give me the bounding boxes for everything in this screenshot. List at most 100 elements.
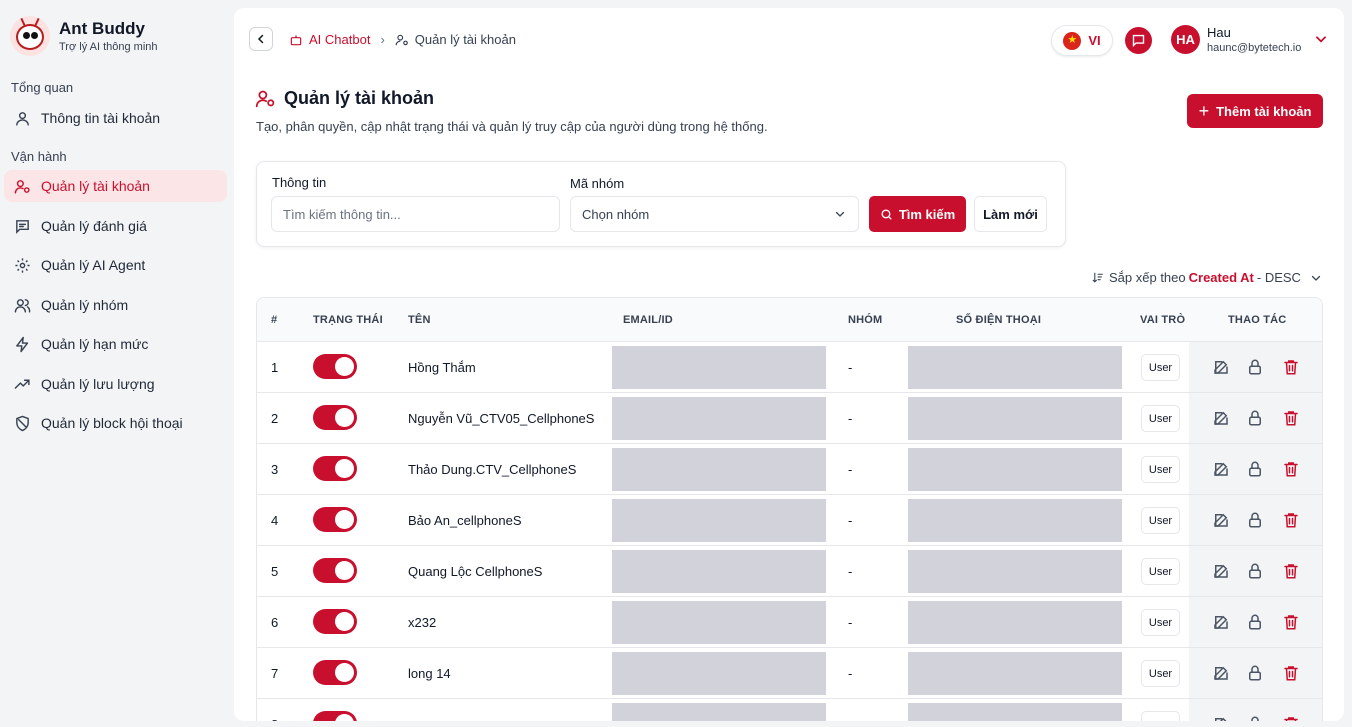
user-cog-icon — [14, 179, 30, 194]
chevron-down-icon[interactable] — [1314, 32, 1328, 46]
brand-name: Ant Buddy — [59, 19, 145, 38]
row-group: - — [848, 666, 853, 681]
trash-icon[interactable] — [1282, 358, 1300, 376]
lock-icon[interactable] — [1246, 460, 1264, 478]
add-account-button[interactable]: + Thêm tài khoản — [1187, 94, 1323, 128]
edit-icon[interactable] — [1212, 715, 1230, 721]
trash-icon[interactable] — [1282, 613, 1300, 631]
sidebar: Ant Buddy Trợ lý AI thông minh Tổng quan… — [0, 0, 234, 727]
sidebar-item-groups[interactable]: Quản lý nhóm — [4, 289, 227, 321]
accounts-table: # TRẠNG THÁI TÊN EMAIL/ID NHÓM SỐ ĐIỆN T… — [256, 297, 1323, 721]
row-name: x232 — [408, 615, 437, 630]
breadcrumb-separator: › — [380, 32, 385, 47]
lock-icon[interactable] — [1246, 664, 1264, 682]
group-select[interactable]: Chọn nhóm — [570, 196, 859, 232]
col-email: EMAIL/ID — [623, 314, 673, 326]
row-name: Quang Lộc CellphoneS — [408, 564, 543, 579]
sidebar-item-accounts[interactable]: Quản lý tài khoản — [4, 170, 227, 202]
status-toggle[interactable] — [313, 354, 357, 379]
phone-masked — [908, 703, 1122, 721]
chevron-down-icon — [1311, 275, 1321, 281]
lock-icon[interactable] — [1246, 562, 1264, 580]
lock-icon[interactable] — [1246, 358, 1264, 376]
users-icon — [14, 298, 31, 313]
main-panel: AI Chatbot › Quản lý tài khoản ★ VI HA H… — [234, 8, 1344, 721]
sidebar-item-traffic[interactable]: Quản lý lưu lượng — [4, 368, 227, 400]
chevron-left-icon — [257, 34, 264, 44]
edit-icon[interactable] — [1212, 562, 1230, 580]
edit-icon[interactable] — [1212, 460, 1230, 478]
lock-icon[interactable] — [1246, 409, 1264, 427]
sort-order: - DESC — [1256, 270, 1301, 285]
sidebar-item-label: Quản lý lưu lượng — [41, 376, 155, 392]
section-title-overview: Tổng quan — [11, 80, 74, 95]
email-masked — [612, 499, 826, 542]
breadcrumb-current: Quản lý tài khoản — [395, 32, 516, 47]
language-switcher[interactable]: ★ VI — [1051, 25, 1113, 56]
row-group: - — [848, 411, 853, 426]
edit-icon[interactable] — [1212, 409, 1230, 427]
back-button[interactable] — [249, 27, 273, 51]
status-toggle[interactable] — [313, 405, 357, 430]
search-input[interactable]: Tìm kiếm thông tin... — [271, 196, 560, 232]
bot-icon — [290, 34, 302, 45]
phone-masked — [908, 652, 1122, 695]
edit-icon[interactable] — [1212, 358, 1230, 376]
status-toggle[interactable] — [313, 456, 357, 481]
edit-icon[interactable] — [1212, 664, 1230, 682]
sort-control[interactable]: Sắp xếp theo Created At - DESC — [1091, 270, 1327, 285]
sidebar-item-label: Thông tin tài khoản — [41, 110, 161, 126]
search-button-label: Tìm kiếm — [898, 206, 956, 222]
edit-icon[interactable] — [1212, 613, 1230, 631]
lock-icon[interactable] — [1246, 511, 1264, 529]
lock-icon[interactable] — [1246, 613, 1264, 631]
edit-icon[interactable] — [1212, 511, 1230, 529]
chat-button[interactable] — [1125, 27, 1152, 54]
table-header: # TRẠNG THÁI TÊN EMAIL/ID NHÓM SỐ ĐIỆN T… — [257, 298, 1322, 342]
status-toggle[interactable] — [313, 609, 357, 634]
role-badge: User — [1141, 354, 1180, 381]
trash-icon[interactable] — [1282, 664, 1300, 682]
language-code: VI — [1088, 33, 1101, 48]
breadcrumb-root-link[interactable]: AI Chatbot — [289, 32, 370, 47]
status-toggle[interactable] — [313, 660, 357, 685]
trash-icon[interactable] — [1282, 511, 1300, 529]
status-toggle[interactable] — [313, 558, 357, 583]
reset-button[interactable]: Làm mới — [974, 196, 1047, 232]
brand[interactable]: Ant Buddy Trợ lý AI thông minh — [10, 16, 158, 56]
trash-icon[interactable] — [1282, 715, 1300, 721]
phone-masked — [908, 397, 1122, 440]
sidebar-item-chat-block[interactable]: Quản lý block hội thoại — [4, 407, 227, 439]
status-toggle[interactable] — [313, 711, 357, 721]
row-index: 4 — [271, 513, 279, 528]
search-icon — [881, 208, 892, 220]
avatar[interactable]: HA — [1171, 25, 1200, 54]
role-badge: User — [1141, 558, 1180, 585]
brand-tagline: Trợ lý AI thông minh — [59, 41, 158, 53]
sidebar-item-ai-agent[interactable]: Quản lý AI Agent — [4, 249, 227, 281]
sidebar-item-label: Quản lý đánh giá — [41, 218, 147, 234]
chevron-down-icon — [835, 211, 845, 217]
trash-icon[interactable] — [1282, 562, 1300, 580]
sidebar-item-reviews[interactable]: Quản lý đánh giá — [4, 210, 227, 242]
section-title-operations: Vận hành — [11, 149, 67, 164]
phone-masked — [908, 499, 1122, 542]
table-row: 8 — [257, 699, 1322, 721]
trash-icon[interactable] — [1282, 460, 1300, 478]
sidebar-item-limits[interactable]: Quản lý hạn mức — [4, 328, 227, 360]
user-cog-icon — [255, 90, 275, 108]
row-index: 1 — [271, 360, 279, 375]
sort-prefix: Sắp xếp theo — [1109, 270, 1186, 285]
row-group: - — [848, 615, 853, 630]
search-button[interactable]: Tìm kiếm — [869, 196, 966, 232]
breadcrumb-current-label: Quản lý tài khoản — [414, 32, 516, 47]
lock-icon[interactable] — [1246, 715, 1264, 721]
row-index: 6 — [271, 615, 279, 630]
plus-icon: + — [1198, 101, 1210, 121]
sidebar-item-account-info[interactable]: Thông tin tài khoản — [4, 102, 227, 134]
chat-icon — [1132, 34, 1145, 48]
row-group: - — [848, 462, 853, 477]
status-toggle[interactable] — [313, 507, 357, 532]
trash-icon[interactable] — [1282, 409, 1300, 427]
row-index: 3 — [271, 462, 279, 477]
